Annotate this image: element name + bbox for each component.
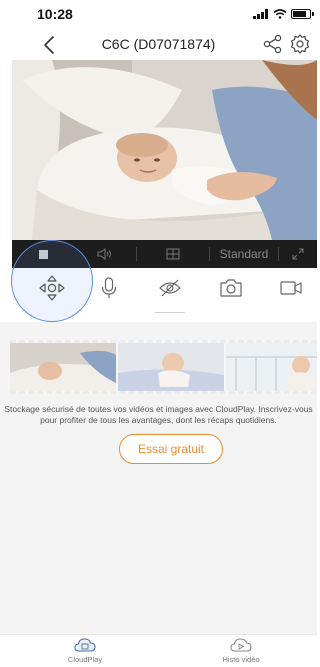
preview-thumbnail (10, 343, 116, 391)
privacy-icon (159, 279, 181, 297)
tab-label: Histo vidéo (222, 655, 260, 664)
cloud-preview-filmstrip (10, 340, 317, 394)
tab-cloudplay[interactable]: CloudPlay (45, 637, 125, 667)
drag-handle[interactable] (155, 312, 185, 313)
quality-label: Standard (219, 247, 269, 261)
control-bar (0, 268, 317, 308)
quality-selector[interactable]: Standard (210, 240, 278, 268)
bottom-tab-bar: CloudPlay Histo vidéo (0, 634, 317, 667)
status-time: 10:28 (37, 6, 73, 22)
battery-icon (291, 9, 314, 19)
preview-thumbnail (118, 343, 224, 391)
privacy-mode-button[interactable] (154, 272, 186, 304)
live-video-feed[interactable] (12, 60, 317, 240)
cloud-video-icon (230, 638, 252, 652)
grid-view-icon (166, 248, 180, 260)
record-button[interactable] (275, 272, 307, 304)
nav-bar: C6C (D07071874) (0, 30, 317, 60)
multiview-button[interactable] (137, 240, 209, 268)
ptz-icon (39, 275, 65, 301)
video-record-icon (280, 281, 302, 295)
baby-in-bassinet-image (12, 60, 317, 240)
talk-button[interactable] (93, 272, 125, 304)
cloud-icon (74, 638, 96, 652)
tab-label: CloudPlay (67, 655, 103, 664)
snapshot-button[interactable] (215, 272, 247, 304)
settings-icon[interactable] (289, 33, 311, 55)
camera-icon (220, 279, 242, 297)
wifi-icon (273, 9, 287, 19)
cloudplay-promo-text: Stockage sécurisé de toutes vos vidéos e… (4, 404, 313, 425)
tab-video-history[interactable]: Histo vidéo (201, 637, 281, 667)
fullscreen-icon (292, 248, 304, 260)
status-bar: 10:28 (0, 0, 317, 30)
status-icons (253, 9, 314, 19)
signal-icon (253, 9, 269, 19)
fullscreen-button[interactable] (279, 240, 317, 268)
microphone-icon (101, 277, 117, 298)
preview-thumbnail (226, 343, 317, 391)
speaker-icon (97, 248, 111, 260)
ptz-button[interactable] (36, 272, 68, 304)
free-trial-button[interactable]: Essai gratuit (119, 434, 223, 464)
share-icon[interactable] (262, 33, 284, 55)
